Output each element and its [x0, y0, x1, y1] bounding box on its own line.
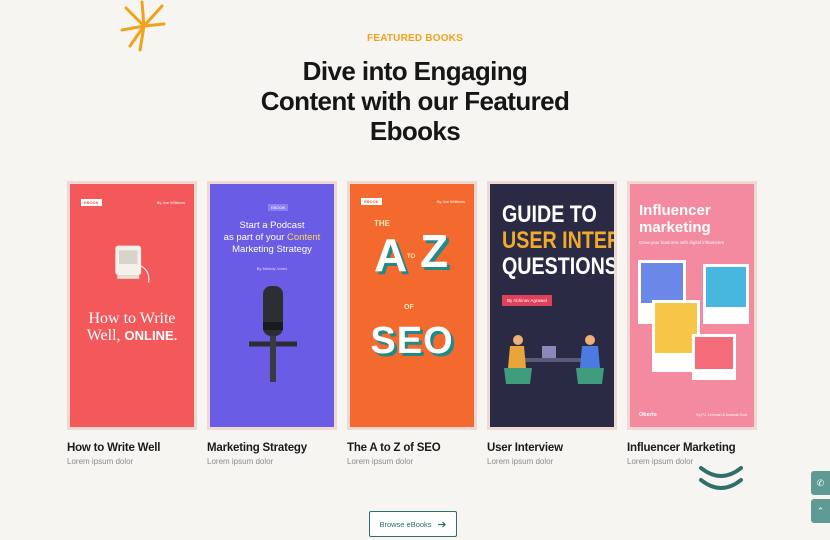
cover-tagline: Grow your business with digital influenc… [639, 240, 725, 245]
book-card[interactable]: EBOOK By Joe Williams How to Write Well,… [67, 181, 197, 466]
cover-title-line: Influencer [639, 202, 711, 219]
book-title[interactable]: Influencer Marketing [627, 442, 757, 454]
cover-title-line: Well, ONLINE. [70, 327, 194, 344]
book-cover[interactable]: EBOOK Start a Podcast as part of your Co… [207, 181, 337, 430]
cover-letter-a: A [374, 229, 408, 281]
cover-title-line: GUIDE TO [502, 201, 597, 228]
headline-line: Ebooks [369, 116, 461, 146]
headline-line: Content with our Featured [260, 86, 570, 116]
phone-button[interactable]: ✆ [811, 471, 830, 495]
book-subtitle: Lorem ipsum dolor [207, 457, 274, 466]
book-card[interactable]: EBOOK By Joe Williams THE A TO Z OF SEO … [347, 181, 477, 466]
phone-icon: ✆ [816, 477, 825, 488]
post-card [703, 264, 749, 324]
cover-title-line: marketing [639, 219, 711, 236]
section-eyebrow: FEATURED BOOKS [367, 33, 463, 44]
ebook-grid: EBOOK By Joe Williams How to Write Well,… [67, 181, 757, 466]
book-title[interactable]: The A to Z of SEO [347, 442, 477, 454]
browse-ebooks-button[interactable]: Browse eBooks [369, 511, 457, 537]
cover-title-word: as part of your [223, 232, 285, 243]
interview-illustration [504, 335, 604, 384]
cover-author: By Abhinav Agrawal [502, 295, 552, 306]
section-headline: Dive into Engaging Content with our Feat… [0, 56, 830, 146]
scroll-to-top-button[interactable]: ⌃ [811, 499, 830, 523]
wave-decoration [699, 466, 743, 490]
cover-author: By Joe Williams [436, 199, 465, 204]
cover-title-emphasis: Content [287, 232, 321, 243]
book-title[interactable]: User Interview [487, 442, 617, 454]
post-image [695, 337, 733, 369]
cover-word-the: THE [374, 219, 390, 228]
brand-logo: Oberlo [639, 412, 657, 418]
cover-title-line: Start a Podcast [239, 220, 305, 231]
book-cover[interactable]: EBOOK By Joe Williams THE A TO Z OF SEO [347, 181, 477, 430]
post-image [655, 303, 697, 353]
post-card [692, 334, 736, 380]
arrow-up-icon: ⌃ [816, 505, 825, 516]
cover-tag: EBOOK [81, 199, 102, 206]
post-image [706, 267, 746, 307]
cover-title: Influencer marketing [639, 202, 711, 236]
microphone-icon [249, 286, 297, 382]
cover-title-line: Marketing Strategy [232, 244, 312, 255]
book-card[interactable]: Influencer marketing Grow your business … [627, 181, 757, 466]
cover-word-to: TO [407, 254, 416, 260]
cover-tag: EBOOK [268, 204, 289, 211]
cover-title-line: How to Write [88, 310, 176, 327]
book-title[interactable]: How to Write Well [67, 442, 197, 454]
book-card[interactable]: EBOOK Start a Podcast as part of your Co… [207, 181, 337, 466]
cover-title: Start a Podcast as part of your Content … [210, 220, 334, 256]
cover-word-of: OF [404, 304, 414, 311]
cover-letter-z: Z [420, 225, 449, 277]
book-card[interactable]: GUIDE TO USER INTERVIEW QUESTIONS By Abh… [487, 181, 617, 466]
book-subtitle: Lorem ipsum dolor [487, 457, 554, 466]
cover-title-line: USER INTERVIEW [502, 227, 614, 254]
starburst-decoration [120, 0, 166, 52]
cover-title-word: Well, [86, 327, 121, 344]
arrow-right-icon [437, 520, 446, 528]
book-subtitle: Lorem ipsum dolor [347, 457, 414, 466]
cover-word-seo: SEO [370, 320, 454, 362]
browse-label: Browse eBooks [379, 519, 432, 529]
retro-computer-icon [115, 245, 150, 283]
book-title[interactable]: Marketing Strategy [207, 442, 337, 454]
book-cover[interactable]: GUIDE TO USER INTERVIEW QUESTIONS By Abh… [487, 181, 617, 430]
cover-title-emphasis: ONLINE. [124, 328, 178, 343]
cover-title: GUIDE TO USER INTERVIEW QUESTIONS [502, 201, 617, 280]
post-image [641, 263, 683, 303]
book-cover[interactable]: Influencer marketing Grow your business … [627, 181, 757, 430]
cover-title: How to Write Well, ONLINE. [70, 310, 194, 344]
cover-title-line: QUESTIONS [502, 253, 617, 280]
book-subtitle: Lorem ipsum dolor [67, 457, 134, 466]
cover-tag: EBOOK [361, 198, 382, 205]
headline-line: Dive into Engaging [302, 56, 528, 86]
cover-title-line: as part of your Content [210, 232, 334, 244]
book-cover[interactable]: EBOOK By Joe Williams How to Write Well,… [67, 181, 197, 430]
cover-author: By P.J. Lemmon & Amanda Gold [696, 413, 747, 417]
cover-author: By Melody Jones [256, 266, 288, 271]
cover-author: By Joe Williams [156, 200, 185, 205]
